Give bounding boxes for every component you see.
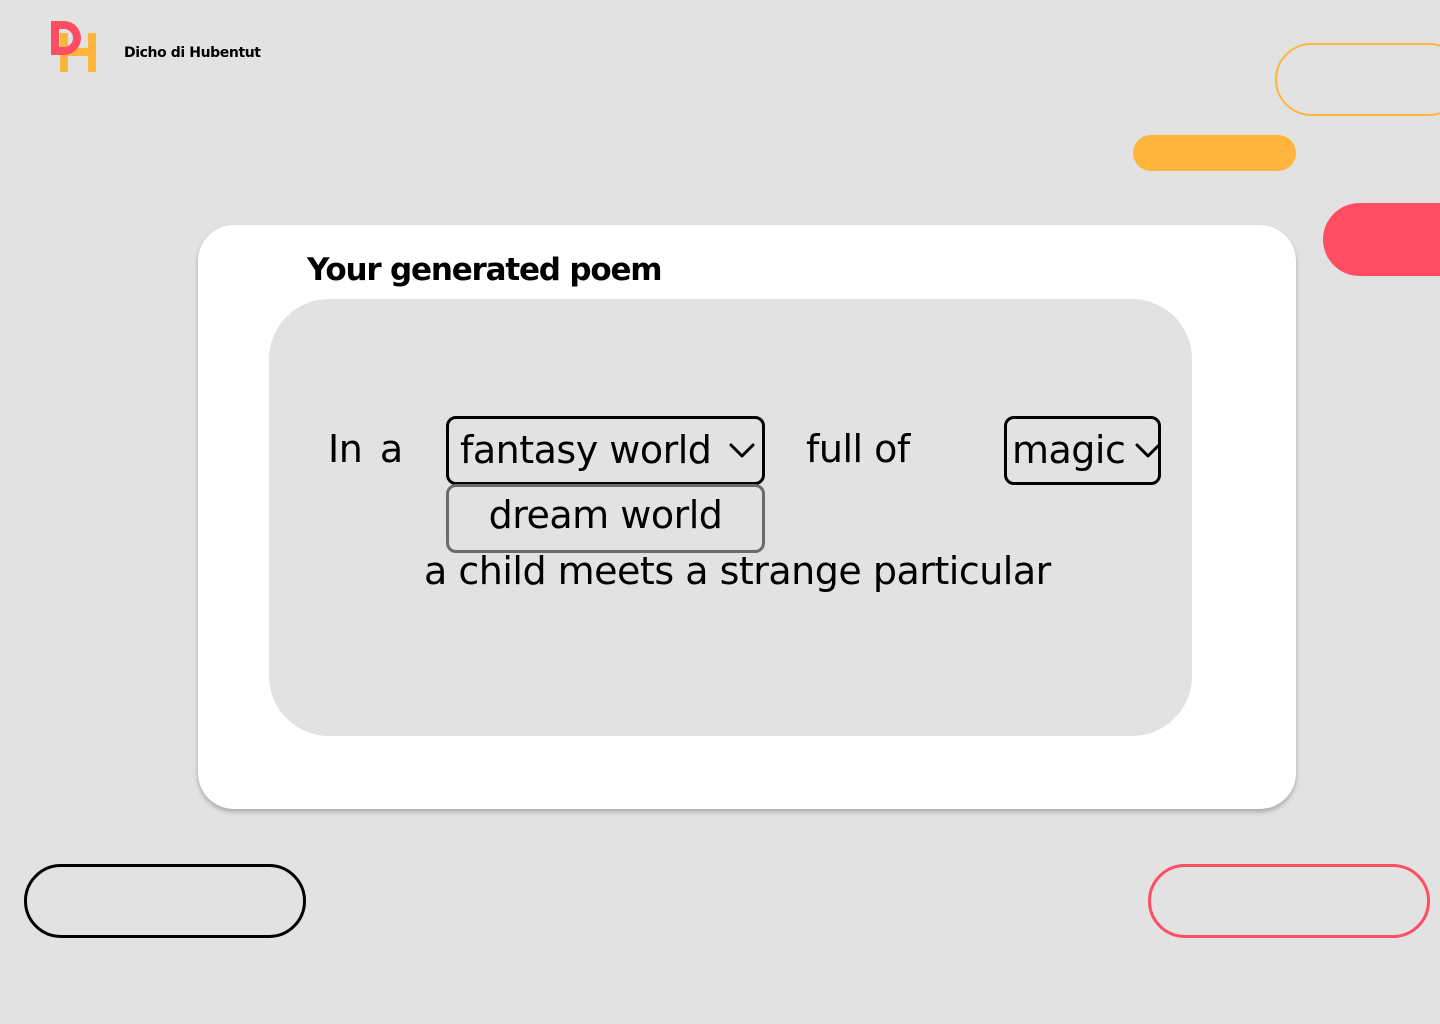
theme-dropdown[interactable]: magic	[1004, 416, 1161, 485]
brand-name: Dicho di Hubentut	[124, 45, 261, 61]
next-button[interactable]	[1148, 864, 1430, 938]
poem-text-prefix: In a	[328, 427, 403, 471]
dh-logo-icon	[51, 21, 96, 72]
decorative-red-pill	[1323, 203, 1440, 276]
setting-dropdown-option[interactable]: dream world	[446, 484, 765, 553]
poem-display: In a fantasy world dream world full of m…	[269, 299, 1192, 736]
chevron-down-icon	[729, 443, 755, 458]
setting-dropdown[interactable]: fantasy world	[446, 416, 765, 485]
setting-option-label: dream world	[488, 493, 723, 537]
poem-card: Your generated poem In a fantasy world d…	[198, 225, 1296, 809]
card-title: Your generated poem	[307, 252, 663, 288]
back-button[interactable]	[24, 864, 306, 938]
chevron-down-icon	[1135, 443, 1161, 458]
setting-dropdown-value: fantasy world	[460, 428, 712, 472]
decorative-orange-outline-pill	[1275, 43, 1440, 116]
theme-dropdown-value: magic	[1012, 428, 1126, 472]
poem-text-line-2: a child meets a strange particular	[424, 549, 1051, 593]
decorative-orange-pill	[1133, 135, 1296, 171]
poem-text-middle: full of	[806, 427, 910, 471]
